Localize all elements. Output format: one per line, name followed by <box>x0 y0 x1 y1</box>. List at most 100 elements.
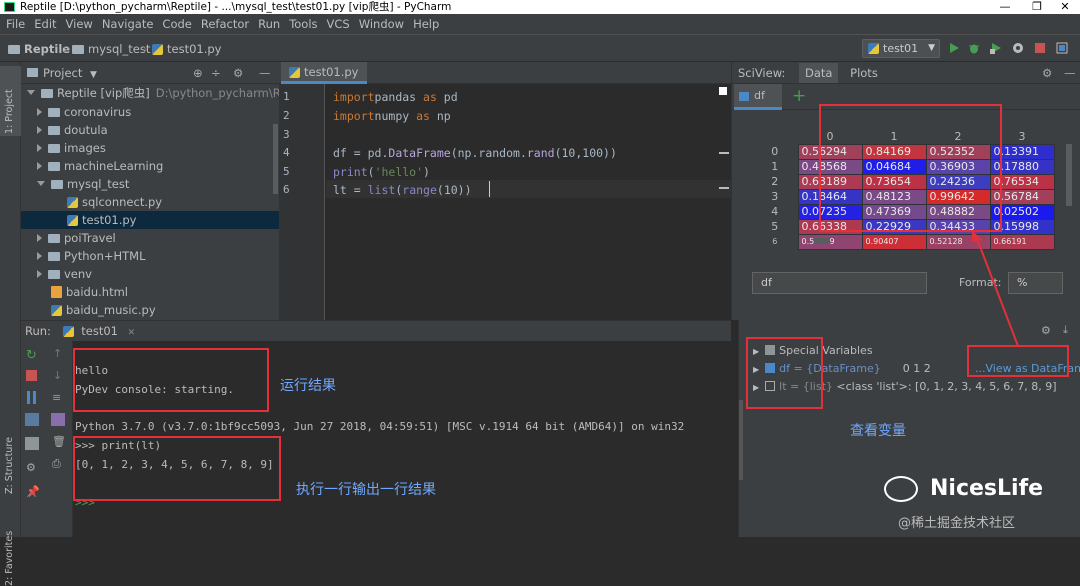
profile-icon[interactable] <box>1012 42 1024 54</box>
scroll-marker <box>719 187 729 189</box>
df-tab[interactable]: df <box>734 84 782 110</box>
menu-help[interactable]: Help <box>413 17 439 31</box>
tree-item-coronavirus[interactable]: coronavirus <box>21 103 279 121</box>
menu-edit[interactable]: Edit <box>34 17 56 31</box>
expand-arrow-icon <box>27 90 35 95</box>
window-title: Reptile [D:\python_pycharm\Reptile] - ..… <box>20 1 452 13</box>
table-scrollbar[interactable] <box>1066 144 1072 206</box>
run-tab-test01[interactable]: test01 <box>81 324 118 338</box>
table-cell[interactable]: 0.50999 <box>797 233 863 250</box>
pause-icon[interactable] <box>27 391 36 404</box>
menu-view[interactable]: View <box>66 17 93 31</box>
menu-window[interactable]: Window <box>359 17 404 31</box>
expand-arrow-icon <box>37 144 42 152</box>
stop-icon[interactable] <box>1034 42 1046 54</box>
folder-icon <box>48 270 60 279</box>
stop-icon[interactable] <box>26 370 37 381</box>
tab-plots[interactable]: Plots <box>850 66 878 80</box>
python-file-icon <box>67 197 78 208</box>
annotation-box-run-result <box>73 348 269 412</box>
row-index: 4 <box>752 204 798 219</box>
tree-item-baidu-html[interactable]: baidu.html <box>21 283 279 301</box>
history-icon[interactable] <box>51 413 65 426</box>
df-expression-input[interactable]: df <box>752 272 927 294</box>
project-icon <box>27 68 38 77</box>
close-icon[interactable]: ✕ <box>27 487 40 502</box>
watermark-sub: @稀土掘金技术社区 <box>898 516 1016 531</box>
menu-refactor[interactable]: Refactor <box>201 17 249 31</box>
annotation-box-variables <box>746 337 823 409</box>
console-icon[interactable] <box>25 413 39 426</box>
soft-wrap-icon[interactable]: ≡ <box>52 391 65 404</box>
breadcrumb-folder[interactable]: mysql_test <box>72 42 150 56</box>
tree-item-sqlconnect[interactable]: sqlconnect.py <box>21 193 279 211</box>
run-config-select[interactable]: test01 ▼ <box>862 39 940 58</box>
project-structure-icon[interactable] <box>1056 42 1068 54</box>
tree-item-baidu-music[interactable]: baidu_music.py <box>21 301 279 319</box>
clear-icon[interactable]: 🗑 <box>52 435 66 448</box>
menu-file[interactable]: File <box>6 17 25 31</box>
hide-icon[interactable]: — <box>1064 62 1076 84</box>
tree-item-test01[interactable]: test01.py <box>21 211 279 229</box>
console-line: Python 3.7.0 (v3.7.0:1bf9cc5093, Jun 27 … <box>75 420 685 433</box>
tree-scrollbar[interactable] <box>273 124 278 194</box>
python-file-icon <box>67 215 78 226</box>
chevron-down-icon[interactable]: ▼ <box>90 70 97 80</box>
inspection-indicator[interactable] <box>719 87 727 95</box>
breadcrumb-file[interactable]: test01.py <box>152 42 221 56</box>
watermark: NicesLife @稀土掘金技术社区 <box>880 470 1080 537</box>
hide-icon[interactable]: — <box>259 62 271 84</box>
menu-vcs[interactable]: VCS <box>327 17 350 31</box>
menu-navigate[interactable]: Navigate <box>102 17 154 31</box>
close-tab-icon[interactable]: ✕ <box>128 328 136 338</box>
run-icon[interactable] <box>948 42 960 54</box>
locate-icon[interactable]: ⊕ <box>193 62 203 84</box>
rerun-icon[interactable]: ↻ <box>26 348 39 363</box>
html-file-icon <box>51 286 62 298</box>
menu-run[interactable]: Run <box>258 17 280 31</box>
tree-item-images[interactable]: images <box>21 139 279 157</box>
code-editor[interactable]: 1 2 3 4 5 6 importpandas as pd importnump… <box>279 84 731 320</box>
add-icon[interactable]: + <box>792 86 806 106</box>
tree-item-poitravel[interactable]: poiTravel <box>21 229 279 247</box>
collapse-icon[interactable]: ÷ <box>211 62 221 84</box>
menu-tools[interactable]: Tools <box>289 17 317 31</box>
project-panel-title[interactable]: Project <box>43 66 82 80</box>
maximize-button[interactable]: ❐ <box>1022 0 1052 14</box>
tree-item-doutula[interactable]: doutula <box>21 121 279 139</box>
breadcrumb-project[interactable]: Reptile <box>8 42 70 56</box>
up-arrow-icon[interactable]: ↑ <box>53 347 66 360</box>
tree-item-venv[interactable]: venv <box>21 265 279 283</box>
title-bar: Reptile [D:\python_pycharm\Reptile] - ..… <box>0 0 1080 14</box>
splitter[interactable] <box>739 400 743 480</box>
coverage-icon[interactable] <box>990 42 1002 54</box>
tab-data[interactable]: Data <box>799 63 839 83</box>
close-button[interactable]: ✕ <box>1050 0 1080 14</box>
settings-icon[interactable]: ⚙ <box>26 461 39 474</box>
python-file-icon <box>289 67 300 78</box>
tree-item-reptile[interactable]: Reptile [vip爬虫]D:\python_pycharm\Reptile <box>21 84 279 102</box>
editor-tab-test01[interactable]: test01.py ✕ <box>281 62 367 99</box>
row-index: 2 <box>752 174 798 189</box>
tree-item-machinelearning[interactable]: machineLearning <box>21 157 279 175</box>
gear-icon[interactable]: ⚙ <box>1042 62 1052 84</box>
wechat-logo-icon <box>884 476 918 502</box>
table-hscrollbar[interactable] <box>814 238 830 244</box>
project-tab-label[interactable]: 1: Project <box>4 89 15 134</box>
table-cell[interactable]: 0.90407 <box>861 233 927 250</box>
tree-item-python-html[interactable]: Python+HTML <box>21 247 279 265</box>
debug-icon[interactable] <box>968 42 980 54</box>
layout-icon[interactable] <box>25 437 39 450</box>
favorites-tab-label[interactable]: 2: Favorites <box>4 531 15 586</box>
gear-icon[interactable]: ⚙ <box>233 62 243 84</box>
python-file-icon <box>51 305 62 316</box>
print-icon[interactable]: ⎙ <box>52 457 65 470</box>
download-icon[interactable]: ⤓ <box>1063 323 1068 337</box>
menu-code[interactable]: Code <box>162 17 191 31</box>
chevron-down-icon: ▼ <box>928 43 935 53</box>
tree-item-mysql-test[interactable]: mysql_test <box>21 175 279 193</box>
gear-icon[interactable]: ⚙ <box>1041 324 1051 337</box>
down-arrow-icon[interactable]: ↓ <box>53 369 66 382</box>
structure-tab-label[interactable]: Z: Structure <box>4 437 15 494</box>
minimize-button[interactable]: — <box>990 0 1020 14</box>
